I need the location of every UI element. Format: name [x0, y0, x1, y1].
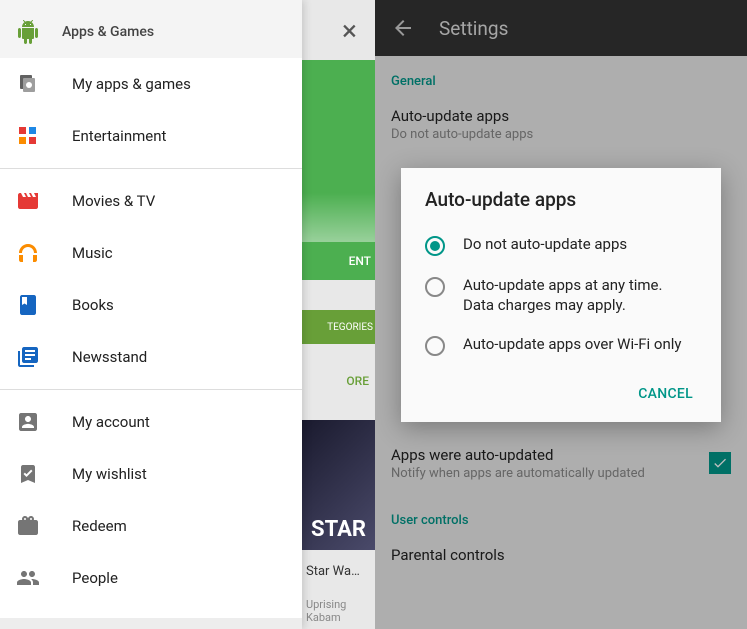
app-title-fragment: Star Wa…	[302, 560, 375, 583]
sidebar-item-books[interactable]: Books	[0, 279, 302, 331]
sidebar-item-label: My wishlist	[72, 465, 147, 483]
account-icon	[16, 410, 40, 434]
sidebar-item-label: Music	[72, 244, 113, 262]
radio-unselected-icon	[425, 336, 445, 356]
radio-option-do-not-update[interactable]: Do not auto-update apps	[401, 225, 721, 266]
radio-label: Auto-update apps over Wi-Fi only	[463, 335, 682, 355]
drawer-header-label: Apps & Games	[62, 24, 154, 40]
play-store-drawer-screen: × ENT TEGORIES ORE STAR Star Wa… Uprisin…	[0, 0, 375, 629]
sidebar-item-label: Newsstand	[72, 348, 147, 366]
dialog-title: Auto-update apps	[401, 188, 721, 225]
app-subtitle-fragment: Uprising Kabam	[302, 598, 375, 624]
star-wars-text: STAR	[311, 517, 366, 542]
sidebar-item-wishlist[interactable]: My wishlist	[0, 448, 302, 500]
sidebar-item-label: Books	[72, 296, 114, 314]
sidebar-item-label: Movies & TV	[72, 192, 155, 210]
radio-option-any-time[interactable]: Auto-update apps at any time. Data charg…	[401, 266, 721, 325]
books-icon	[16, 293, 40, 317]
drawer-divider	[0, 168, 302, 169]
dialog-actions: CANCEL	[401, 366, 721, 414]
sidebar-item-entertainment[interactable]: Entertainment	[0, 110, 302, 162]
movies-icon	[16, 189, 40, 213]
drawer-spacer	[0, 604, 302, 618]
sidebar-item-settings[interactable]: Settings	[0, 618, 302, 629]
people-icon	[16, 566, 40, 590]
entertainment-icon	[16, 124, 40, 148]
sidebar-item-redeem[interactable]: Redeem	[0, 500, 302, 552]
close-icon[interactable]: ×	[342, 14, 357, 47]
sidebar-item-movies[interactable]: Movies & TV	[0, 175, 302, 227]
radio-label: Auto-update apps at any time. Data charg…	[463, 276, 697, 315]
more-label-fragment[interactable]: ORE	[302, 374, 375, 388]
categories-button-fragment[interactable]: TEGORIES	[302, 310, 375, 344]
sidebar-item-people[interactable]: People	[0, 552, 302, 604]
android-icon	[16, 20, 40, 44]
auto-update-dialog: Auto-update apps Do not auto-update apps…	[401, 168, 721, 422]
sidebar-item-label: People	[72, 569, 118, 587]
cancel-button[interactable]: CANCEL	[626, 378, 705, 410]
myapps-icon	[16, 72, 40, 96]
wishlist-icon	[16, 462, 40, 486]
sidebar-item-label: My apps & games	[72, 75, 191, 93]
sidebar-item-label: Redeem	[72, 517, 127, 535]
redeem-icon	[16, 514, 40, 538]
radio-selected-icon	[425, 236, 445, 256]
settings-screen: Settings General Auto-update apps Do not…	[375, 0, 747, 629]
drawer-header[interactable]: Apps & Games	[0, 0, 302, 58]
sidebar-item-my-account[interactable]: My account	[0, 396, 302, 448]
radio-label: Do not auto-update apps	[463, 235, 627, 255]
sidebar-item-music[interactable]: Music	[0, 227, 302, 279]
drawer-divider	[0, 389, 302, 390]
featured-banner	[302, 60, 375, 250]
sidebar-item-my-apps[interactable]: My apps & games	[0, 58, 302, 110]
radio-option-wifi-only[interactable]: Auto-update apps over Wi-Fi only	[401, 325, 721, 366]
sidebar-item-label: My account	[72, 413, 150, 431]
background-content: × ENT TEGORIES ORE STAR Star Wa… Uprisin…	[302, 0, 375, 629]
install-button-fragment[interactable]: ENT	[302, 242, 375, 280]
navigation-drawer: Apps & Games My apps & games Entertainme…	[0, 0, 302, 629]
radio-unselected-icon	[425, 277, 445, 297]
newsstand-icon	[16, 345, 40, 369]
app-thumbnail[interactable]: STAR	[302, 420, 375, 550]
sidebar-item-label: Entertainment	[72, 127, 166, 145]
sidebar-item-newsstand[interactable]: Newsstand	[0, 331, 302, 383]
music-icon	[16, 241, 40, 265]
